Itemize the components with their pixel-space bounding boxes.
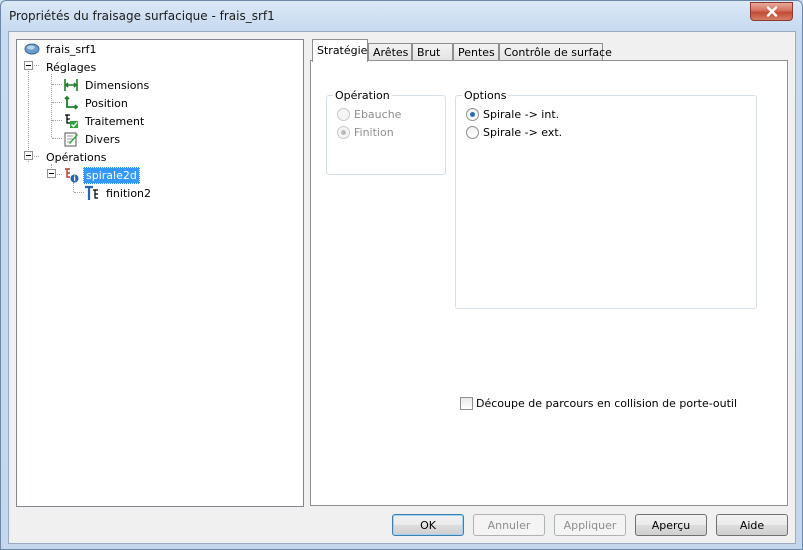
- tab-surface-control[interactable]: Contrôle de surface: [499, 43, 612, 61]
- tab-surface-control-label: Contrôle de surface: [504, 46, 612, 59]
- settings-collapse-toggle[interactable]: [24, 61, 33, 70]
- tree-node-operations[interactable]: Opérations: [38, 149, 108, 165]
- preview-button[interactable]: Aperçu: [635, 514, 707, 536]
- collision-cut-label: Découpe de parcours en collision de port…: [476, 397, 738, 410]
- spiral-outward-radio[interactable]: [466, 126, 479, 139]
- tree-node-misc[interactable]: Divers: [63, 131, 122, 147]
- operation-collapse-toggle[interactable]: [47, 169, 56, 178]
- cancel-button[interactable]: Annuler: [473, 514, 545, 536]
- properties-tree[interactable]: frais_srf1 Réglages Dimensions Position: [16, 39, 304, 507]
- dimensions-label: Dimensions: [85, 78, 150, 92]
- operations-collapse-toggle[interactable]: [24, 151, 33, 160]
- misc-label: Divers: [85, 132, 121, 146]
- operations-label: Opérations: [46, 150, 107, 164]
- window-title: Propriétés du fraisage surfacique - frai…: [9, 9, 275, 23]
- apply-button-label: Appliquer: [563, 518, 617, 532]
- operation-group-title: Opération: [333, 89, 392, 102]
- spiral-operation-icon: [65, 168, 79, 183]
- tab-slopes[interactable]: Pentes: [453, 43, 499, 61]
- tab-stock[interactable]: Brut: [412, 43, 453, 61]
- apply-button[interactable]: Appliquer: [554, 514, 626, 536]
- spiral-inward-label: Spirale -> int.: [483, 108, 560, 121]
- tree-node-dimensions[interactable]: Dimensions: [63, 77, 151, 93]
- tree-node-spiral-operation[interactable]: spirale2d: [63, 166, 140, 184]
- roughing-radio-label: Ebauche: [354, 108, 402, 121]
- operation-groupbox: Opération Ebauche Finition: [326, 89, 446, 175]
- finishing-radio[interactable]: [337, 126, 350, 139]
- title-bar[interactable]: Propriétés du fraisage surfacique - frai…: [1, 1, 802, 31]
- ok-button-label: OK: [420, 518, 436, 532]
- preview-button-label: Aperçu: [651, 518, 691, 532]
- ok-button[interactable]: OK: [392, 514, 464, 536]
- spiral-operation-label: spirale2d: [83, 166, 140, 184]
- roughing-radio[interactable]: [337, 108, 350, 121]
- finishing-label: finition2: [106, 186, 152, 200]
- tree-node-position[interactable]: Position: [63, 95, 130, 111]
- dimensions-icon: [64, 79, 78, 91]
- tree-node-treatment[interactable]: Traitement: [63, 113, 146, 129]
- cancel-button-label: Annuler: [487, 518, 531, 532]
- options-group-title: Options: [462, 89, 509, 102]
- tab-strategy-label: Stratégie: [317, 44, 368, 57]
- spiral-inward-radio-row[interactable]: Spirale -> int.: [466, 108, 559, 121]
- strategy-panel: Opération Ebauche Finition Options Spira…: [310, 60, 788, 506]
- tab-strategy[interactable]: Stratégie: [312, 39, 368, 62]
- collision-cut-checkbox-row[interactable]: Découpe de parcours en collision de port…: [460, 397, 737, 410]
- notepad-pencil-icon: [64, 132, 78, 147]
- position-label: Position: [85, 96, 128, 110]
- treatment-icon: [65, 114, 78, 128]
- tree-root-label: frais_srf1: [46, 42, 97, 56]
- position-axes-icon: [64, 95, 79, 110]
- dialog-window: Propriétés du fraisage surfacique - frai…: [0, 0, 803, 550]
- help-button[interactable]: Aide: [716, 514, 788, 536]
- tab-edges[interactable]: Arêtes: [368, 43, 412, 61]
- finishing-radio-label: Finition: [354, 126, 394, 139]
- tab-slopes-label: Pentes: [458, 46, 495, 59]
- treatment-label: Traitement: [85, 114, 145, 128]
- collision-cut-checkbox[interactable]: [460, 397, 473, 410]
- options-groupbox: Options Spirale -> int. Spirale -> ext.: [455, 89, 757, 309]
- tab-strip: Stratégie Arêtes Brut Pentes Contrôle de…: [310, 39, 788, 62]
- tab-edges-label: Arêtes: [373, 46, 409, 59]
- close-button[interactable]: [750, 2, 793, 21]
- spiral-outward-label: Spirale -> ext.: [483, 126, 563, 139]
- settings-label: Réglages: [46, 60, 97, 74]
- tree-node-root[interactable]: frais_srf1: [24, 41, 99, 57]
- tree-node-settings[interactable]: Réglages: [38, 59, 98, 75]
- milling-part-icon: [24, 43, 40, 55]
- help-button-label: Aide: [739, 518, 765, 532]
- tab-stock-label: Brut: [417, 46, 441, 59]
- finishing-tool-icon: [85, 185, 98, 200]
- dialog-client-area: frais_srf1 Réglages Dimensions Position: [8, 31, 796, 544]
- close-icon: [766, 6, 777, 17]
- roughing-radio-row[interactable]: Ebauche: [337, 108, 401, 121]
- tree-node-finishing[interactable]: finition2: [84, 185, 153, 201]
- finishing-radio-row[interactable]: Finition: [337, 126, 394, 139]
- spiral-outward-radio-row[interactable]: Spirale -> ext.: [466, 126, 562, 139]
- spiral-inward-radio[interactable]: [466, 108, 479, 121]
